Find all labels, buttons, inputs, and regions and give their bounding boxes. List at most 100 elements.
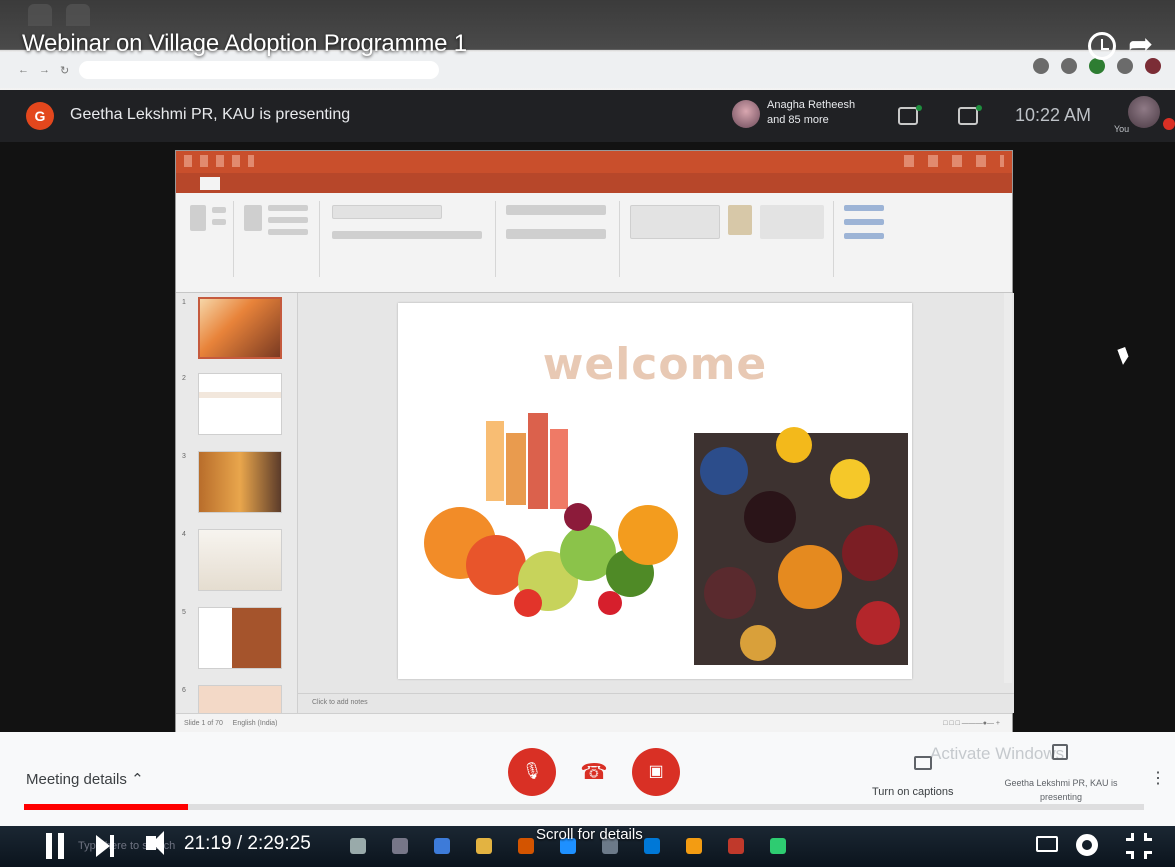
video-progress-fill [24,804,188,810]
captions-icon[interactable] [914,756,932,770]
meeting-details-button[interactable]: Meeting details ⌃ [26,770,144,788]
pause-button[interactable] [46,833,66,859]
ribbon-tab[interactable] [303,180,311,187]
slide-editor: welcome [298,293,1014,693]
settings-gear-icon[interactable] [1076,834,1098,856]
drawing-group [624,201,834,277]
captions-label[interactable]: Turn on captions [872,786,954,798]
meet-presenting-bar: G Geetha Lekshmi PR, KAU is presenting A… [0,90,1175,142]
current-time: 21:19 [184,833,232,854]
forward-icon[interactable]: → [39,64,50,76]
present-now-icon[interactable] [1052,744,1068,760]
notes-pane[interactable]: Click to add notes [298,693,1014,713]
slides-group [238,201,320,277]
url-field[interactable] [79,61,440,79]
meet-control-bar: Meeting details ⌃ 🎙 ☎ ▣ Activate Windows… [0,732,1175,827]
browser-tab[interactable] [66,4,90,26]
slide-thumbnail[interactable] [198,685,282,713]
browser-tab-bar [0,0,1175,30]
font-group [324,201,496,277]
participant-count: and 85 more [767,114,829,126]
participant-avatar [732,100,760,128]
slide-thumbnail[interactable] [198,529,282,591]
task-view-icon[interactable] [392,838,408,854]
editing-group [838,201,898,277]
volume-icon[interactable] [146,831,164,855]
extension-icon[interactable] [1089,58,1105,74]
video-progress-bar[interactable] [24,804,1144,810]
self-avatar [1128,96,1160,128]
camera-off-button[interactable]: ▣ [632,748,680,796]
current-slide[interactable]: welcome [398,303,912,679]
participants-summary[interactable]: Anagha Retheesh and 85 more [767,98,855,128]
ribbon-tab[interactable] [184,180,190,187]
slide-thumbnail[interactable] [198,297,282,359]
presenting-status: Geetha Lekshmi PR, KAU is presenting [70,106,351,123]
ribbon [176,193,1012,293]
subtitles-icon[interactable] [1036,836,1058,852]
meeting-clock: 10:22 AM [1015,105,1092,125]
next-button[interactable] [96,835,114,857]
chat-icon[interactable] [958,105,982,125]
microphone-off-button[interactable]: 🎙 [508,748,556,796]
video-player[interactable]: ← → ↻ Webinar on Village Adoption Progra… [0,0,1175,867]
fruit-jam-image [694,427,908,665]
slide-thumbnail[interactable] [198,607,282,669]
powerpoint-window: 1 2 3 4 5 6 welcome Click to add notes S… [175,150,1014,733]
exit-fullscreen-icon[interactable] [1126,833,1152,859]
window-controls[interactable] [904,155,1004,167]
slide-thumbnail[interactable] [198,451,282,513]
ppt-status-bar: Slide 1 of 70 English (India) □ □ □ ———●… [176,713,1012,733]
scroll-for-details-hint[interactable]: Scroll for details [536,826,643,843]
recording-indicator-icon [1163,118,1175,130]
folder-icon[interactable] [476,838,492,854]
quick-access-toolbar[interactable] [184,155,254,167]
ribbon-tabs [176,173,1012,193]
slide-thumbnail[interactable] [198,373,282,435]
ribbon-tab[interactable] [321,180,327,187]
slide-thumbnails: 1 2 3 4 5 6 [176,293,298,713]
fruit-juice-image [424,413,678,617]
reload-icon[interactable]: ↻ [60,64,69,77]
meeting-details-label: Meeting details [26,771,127,788]
ppt-title-bar [176,151,1012,173]
app-icon[interactable] [770,838,786,854]
watch-later-icon[interactable] [1088,32,1116,60]
edge-icon[interactable] [644,838,660,854]
slide-count: Slide 1 of 70 [184,720,223,727]
zoom-controls[interactable]: □ □ □ ———●— + [943,720,1000,727]
slide-scrollbar[interactable] [1004,293,1012,683]
app-icon[interactable] [434,838,450,854]
people-icon[interactable] [898,105,922,125]
chevron-up-icon: ⌃ [131,771,144,788]
participant-name: Anagha Retheesh [767,99,856,111]
video-controls: Type here to search 21:19 / 2:29:25 Scro… [0,826,1175,867]
duration: 2:29:25 [247,833,311,854]
presenter-avatar: G [26,102,54,130]
browser-tab[interactable] [28,4,52,26]
activate-windows-watermark: Activate Windows [930,744,1065,763]
paragraph-group [500,201,620,277]
bookmark-star-icon[interactable] [1061,58,1077,74]
language-status: English (India) [232,720,278,727]
chrome-icon[interactable] [686,838,702,854]
presenting-label[interactable]: Geetha Lekshmi PR, KAU is presenting [996,776,1126,804]
ribbon-tab[interactable] [263,180,273,187]
extension-icon[interactable] [1033,58,1049,74]
playback-time: 21:19 / 2:29:25 [184,833,311,854]
more-options-icon[interactable]: ⋮ [1150,768,1166,788]
leave-call-button[interactable]: ☎ [570,748,618,796]
back-icon[interactable]: ← [18,64,29,76]
cortana-icon[interactable] [350,838,366,854]
ribbon-tab[interactable] [230,180,236,187]
you-label: You [1114,124,1130,134]
ribbon-tab[interactable] [245,180,253,187]
ribbon-tab[interactable] [336,180,342,187]
share-icon[interactable]: ➦ [1128,30,1153,60]
ribbon-tab-home[interactable] [199,176,220,190]
ribbon-tab[interactable] [283,180,293,187]
clipboard-group [182,201,234,277]
video-title[interactable]: Webinar on Village Adoption Programme 1 [22,30,467,58]
browser-icon[interactable] [518,838,534,854]
powerpoint-icon[interactable] [728,838,744,854]
